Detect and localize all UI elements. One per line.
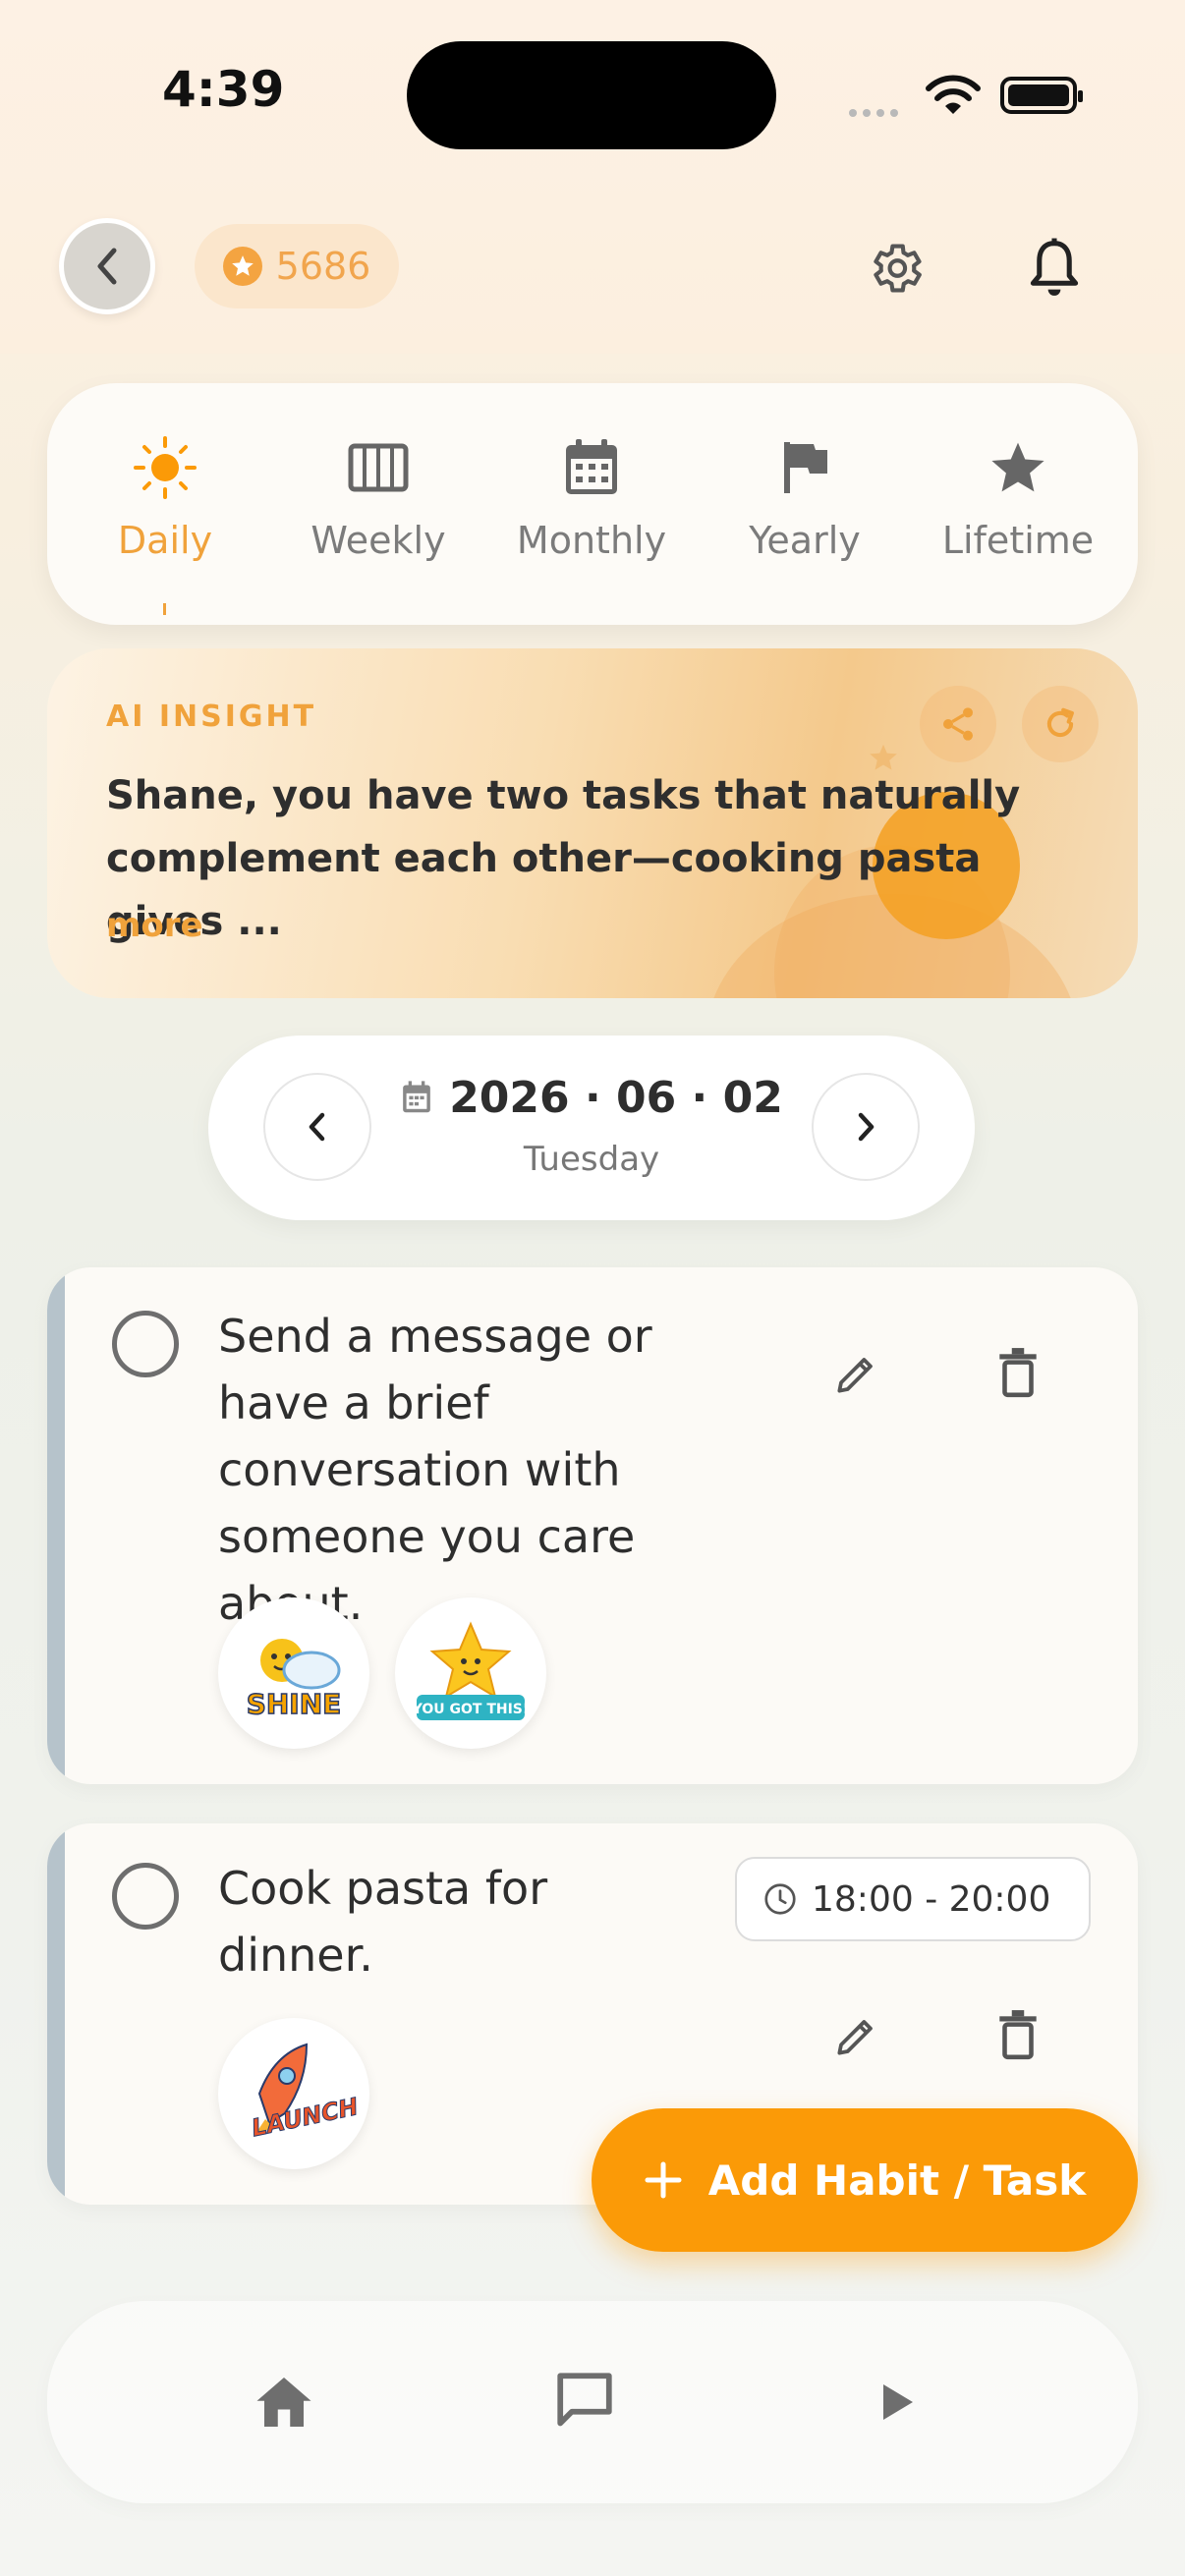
points-value: 5686 [275,245,371,288]
home-icon [256,2378,311,2427]
tab-monthly-label: Monthly [516,519,667,562]
cellular-signal-icon [849,102,904,121]
tab-monthly[interactable]: Monthly [493,383,690,625]
task-checkbox[interactable] [112,1863,179,1930]
status-time: 4:39 [162,61,285,118]
period-tabs: Daily Weekly Monthly Yearly Lifetime [47,383,1138,625]
dynamic-island [407,41,776,149]
clock-icon [764,1883,796,1915]
time-range: 18:00 - 20:00 [812,1878,1051,1920]
add-habit-task-button[interactable]: Add Habit / Task [592,2108,1138,2252]
chat-icon [557,2373,612,2427]
sun-icon [132,434,198,501]
trash-icon[interactable] [994,1346,1042,1399]
gear-icon[interactable] [865,238,926,299]
you-got-this-sticker-text: YOU GOT THIS! [412,1702,530,1717]
bottom-navigation [47,2301,1138,2503]
columns-icon [345,434,412,501]
points-badge[interactable]: 5686 [195,224,399,308]
share-icon [943,707,973,741]
launch-sticker[interactable]: LAUNCH [218,2018,369,2169]
task-accent-strip [47,1267,65,1784]
chevron-left-icon [97,248,117,285]
insight-label: AI INSIGHT [106,700,317,734]
share-button[interactable] [920,686,996,762]
insight-more-link[interactable]: more [106,906,203,945]
insight-text: Shane, you have two tasks that naturally… [106,773,1021,944]
tab-lifetime[interactable]: Lifetime [920,383,1116,625]
task-accent-strip [47,1823,65,2205]
next-day-button[interactable] [812,1073,920,1181]
refresh-icon [1046,707,1074,738]
plus-icon [645,2161,682,2199]
refresh-button[interactable] [1022,686,1099,762]
nav-play[interactable] [863,2368,931,2436]
bell-icon[interactable] [1024,236,1085,301]
tab-daily[interactable]: Daily [67,383,263,625]
time-range-chip[interactable]: 18:00 - 20:00 [735,1857,1091,1941]
date-navigator: 2026 · 06 · 02 Tuesday [208,1036,975,1220]
back-button[interactable] [59,218,155,314]
smiling-star-icon: YOU GOT THIS! [412,1621,530,1720]
calendar-small-icon [403,1081,431,1113]
tab-yearly-label: Yearly [749,519,861,562]
task-card[interactable]: Send a message or have a brief conversat… [47,1267,1138,1784]
calendar-icon [558,434,625,501]
active-tab-indicator [163,603,166,615]
nav-chat[interactable] [550,2366,619,2435]
task-title: Send a message or have a brief conversat… [218,1310,652,1630]
nav-home[interactable] [250,2368,318,2436]
wifi-icon [926,75,981,114]
task-title: Cook pasta for dinner. [218,1862,548,1982]
ai-insight-card[interactable]: AI INSIGHT Shane, you have two tasks tha… [47,648,1138,998]
tab-yearly[interactable]: Yearly [706,383,903,625]
tab-lifetime-label: Lifetime [941,519,1095,562]
shine-sticker[interactable]: SHINE [218,1597,369,1749]
pencil-icon[interactable] [831,1350,880,1399]
star-coin-icon [222,247,262,286]
tab-weekly-label: Weekly [310,519,446,562]
pencil-icon[interactable] [831,2012,880,2061]
battery-icon [1000,77,1083,114]
rocket-icon: LAUNCH [249,2043,358,2143]
play-icon [883,2384,913,2420]
star-icon [985,434,1051,501]
task-checkbox[interactable] [112,1311,179,1377]
shine-sticker-text: SHINE [247,1688,342,1720]
tab-daily-label: Daily [117,519,213,562]
chevron-right-icon [858,1112,875,1142]
sun-cloud-icon: SHINE [246,1639,342,1721]
date-value: 2026 · 06 · 02 [449,1073,783,1123]
add-habit-task-label: Add Habit / Task [707,2156,1087,2205]
you-got-this-sticker[interactable]: YOU GOT THIS! [395,1597,546,1749]
tab-weekly[interactable]: Weekly [280,383,477,625]
trash-icon[interactable] [994,2008,1042,2061]
flag-icon [771,434,838,501]
